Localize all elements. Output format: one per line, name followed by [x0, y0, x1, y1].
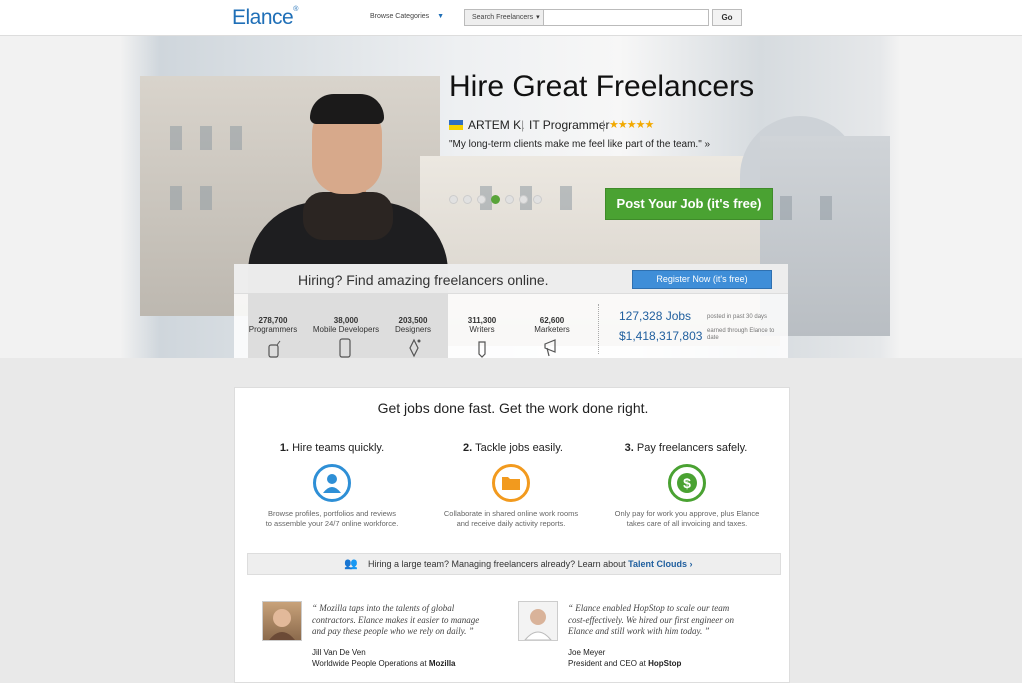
category-label: Mobile Developers: [312, 325, 380, 334]
carousel-dot[interactable]: [463, 195, 472, 204]
step-title: Hire teams quickly.: [292, 442, 385, 454]
building-window: [170, 126, 182, 150]
step-number: 2.: [463, 442, 473, 454]
ukraine-flag-icon: [449, 120, 463, 130]
earnings-stat-value: $1,418,317,803: [619, 329, 703, 343]
top-navigation-bar: Elance® Browse Categories ▼ Search Freela…: [0, 0, 1022, 36]
category-designers[interactable]: 203,500 Designers: [378, 316, 448, 334]
how-it-works-card: Get jobs done fast. Get the work done ri…: [234, 387, 790, 683]
rating-stars: ★★★★★: [609, 119, 654, 131]
building-window: [230, 126, 242, 150]
carousel-dot[interactable]: [533, 195, 542, 204]
post-job-button[interactable]: Post Your Job (it's free): [605, 188, 773, 220]
pen-icon: [409, 338, 421, 358]
category-label: Designers: [394, 325, 431, 334]
carousel-dot[interactable]: [477, 195, 486, 204]
building-window: [200, 126, 212, 150]
freelancer-quote[interactable]: "My long-term clients make me feel like …: [449, 139, 710, 150]
go-button[interactable]: Go: [712, 9, 742, 26]
building-window: [200, 186, 212, 210]
step-pay-safely: 3. Pay freelancers safely.: [601, 442, 771, 454]
testimonial-author: Joe Meyer President and CEO at HopStop: [568, 648, 682, 668]
folder-icon: [492, 464, 530, 502]
step-number: 1.: [279, 442, 289, 454]
hiring-panel-header: Hiring? Find amazing freelancers online.…: [234, 264, 788, 294]
building-window: [780, 196, 792, 220]
category-count: 203,500: [398, 316, 428, 325]
dollar-icon: $: [668, 464, 706, 502]
carousel-dots: [449, 195, 542, 204]
category-label: Writers: [469, 325, 495, 334]
category-count: 62,600: [539, 316, 565, 325]
separator: |: [521, 118, 525, 132]
category-mobile-developers[interactable]: 38,000 Mobile Developers: [308, 316, 384, 334]
browse-categories-label: Browse Categories: [370, 13, 430, 20]
carousel-dot[interactable]: [449, 195, 458, 204]
category-writers[interactable]: 311,300 Writers: [447, 316, 517, 334]
step-title: Tackle jobs easily.: [475, 442, 563, 454]
megaphone-icon: [544, 339, 556, 357]
testimonial-author: Jill Van De Ven Worldwide People Operati…: [312, 648, 456, 668]
carousel-dot[interactable]: [519, 195, 528, 204]
building-window: [170, 186, 182, 210]
pencil-icon: [478, 341, 486, 358]
building-window: [560, 186, 572, 210]
freelancer-name[interactable]: ARTEM K.: [468, 118, 524, 132]
jobs-stat-value: 127,328 Jobs: [619, 309, 692, 323]
search-box: Search Freelancers ▾: [464, 9, 709, 26]
hiring-heading: Hiring? Find amazing freelancers online.: [298, 272, 549, 288]
hiring-panel: Hiring? Find amazing freelancers online.…: [234, 264, 788, 358]
carousel-dot[interactable]: [505, 195, 514, 204]
category-count: 311,300: [467, 316, 497, 325]
step-number: 3.: [624, 442, 634, 454]
avatar: [262, 601, 302, 641]
talent-clouds-link[interactable]: Talent Clouds ›: [628, 559, 692, 569]
testimonial-quote: “ Mozilla taps into the talents of globa…: [312, 603, 480, 636]
step-title: Pay freelancers safely.: [636, 442, 748, 454]
hero-title: Hire Great Freelancers: [449, 70, 755, 103]
step-description: Only pay for work you approve, plus Elan…: [614, 509, 760, 528]
chevron-down-icon: ▾: [536, 14, 540, 21]
programmer-icon: [268, 340, 281, 358]
jobs-stat-note: posted in past 30 days: [707, 314, 768, 320]
svg-text:$: $: [683, 475, 691, 491]
freelancer-role: IT Programmer: [529, 118, 610, 132]
talent-clouds-text: Hiring a large team? Managing freelancer…: [368, 559, 626, 569]
chevron-down-icon: ▼: [437, 13, 445, 20]
category-label: Marketers: [534, 325, 570, 334]
mobile-icon: [339, 338, 351, 358]
section-title: Get jobs done fast. Get the work done ri…: [377, 400, 649, 416]
testimonial-quote: “ Elance enabled HopStop to scale our te…: [568, 603, 735, 636]
step-description: Browse profiles, portfolios and reviews t…: [265, 509, 399, 528]
talent-clouds-banner: 👥 Hiring a large team? Managing freelanc…: [247, 553, 781, 575]
avatar: [518, 601, 558, 641]
people-icon: 👥: [344, 558, 358, 570]
earnings-stat-note: earned through Elance to date: [707, 328, 775, 341]
category-count: 278,700: [258, 316, 288, 325]
category-count: 38,000: [333, 316, 359, 325]
carousel-dot[interactable]: [491, 195, 500, 204]
elance-logo[interactable]: Elance®: [232, 6, 298, 30]
building-window: [820, 196, 832, 220]
search-type-dropdown[interactable]: Search Freelancers ▾: [465, 10, 544, 25]
register-button[interactable]: Register Now (it's free): [632, 270, 772, 289]
category-label: Programmers: [248, 325, 298, 334]
search-type-label: Search Freelancers: [472, 14, 534, 21]
divider: [598, 304, 599, 354]
step-tackle-jobs: 2. Tackle jobs easily.: [428, 442, 598, 454]
search-input[interactable]: [545, 10, 708, 25]
category-marketers[interactable]: 62,600 Marketers: [517, 316, 587, 334]
step-hire-teams: 1. Hire teams quickly.: [247, 442, 417, 454]
category-programmers[interactable]: 278,700 Programmers: [238, 316, 308, 334]
step-description: Collaborate in shared online work rooms a…: [443, 509, 579, 528]
separator: |: [602, 118, 606, 132]
browse-categories-menu[interactable]: Browse Categories ▼: [370, 13, 444, 20]
user-icon: [313, 464, 351, 502]
